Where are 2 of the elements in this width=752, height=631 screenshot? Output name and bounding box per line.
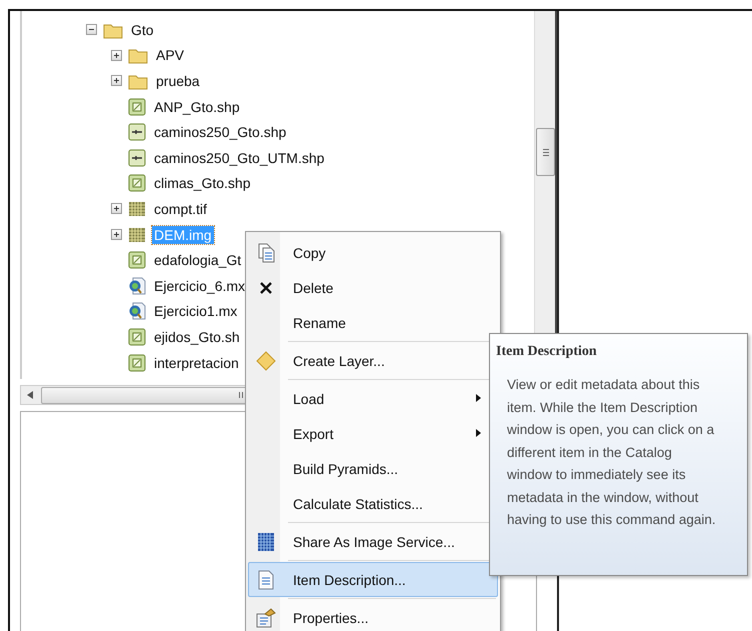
tooltip-text: View or edit metadata about this item. While the Item Description window is open, you can click on a different item in the Catalog window to immediately see its metadata in the window, without having to use this command again. bbox=[507, 376, 717, 529]
tooltip-title: Item Description bbox=[496, 344, 598, 360]
